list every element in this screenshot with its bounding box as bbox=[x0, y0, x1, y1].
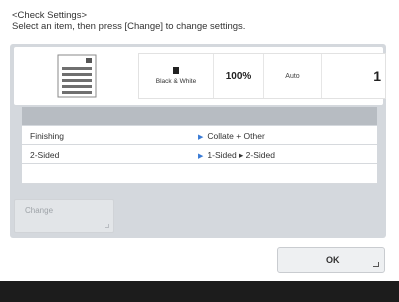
list-item-finishing[interactable]: Finishing ▶ Collate + Other bbox=[22, 126, 377, 145]
list-item-name: Finishing bbox=[30, 131, 65, 141]
list-item-name: 2-Sided bbox=[30, 150, 60, 160]
change-button-label: Change bbox=[25, 206, 54, 215]
settings-list: Finishing ▶ Collate + Other 2-Sided ▶ 1-Si… bbox=[22, 126, 377, 184]
footer-bar bbox=[0, 281, 399, 302]
copier-machine-icon bbox=[54, 53, 100, 99]
copy-count: 1 bbox=[321, 54, 387, 98]
list-item-2-sided[interactable]: 2-Sided ▶ 1-Sided ▸ 2-Sided bbox=[22, 145, 377, 164]
page-title: <Check Settings> bbox=[12, 10, 87, 21]
ok-button-label: OK bbox=[326, 255, 340, 265]
ok-button[interactable]: OK bbox=[277, 247, 385, 273]
black-white-swatch-icon bbox=[173, 67, 179, 74]
settings-summary: Black & White 100% Auto 1 bbox=[14, 47, 386, 105]
corner-mark-icon bbox=[105, 224, 109, 228]
color-mode-label: Black & White bbox=[155, 78, 197, 85]
list-item-empty bbox=[22, 164, 377, 184]
triangle-right-icon: ▶ bbox=[198, 153, 204, 160]
triangle-right-icon: ▶ bbox=[198, 134, 204, 141]
paper-select: Auto bbox=[263, 54, 321, 98]
status-strip: Black & White 100% Auto 1 bbox=[138, 53, 386, 99]
copy-ratio: 100% bbox=[213, 54, 263, 98]
list-item-value: 1-Sided ▸ 2-Sided bbox=[207, 150, 275, 160]
page-instruction: Select an item, then press [Change] to c… bbox=[12, 21, 246, 32]
page-header: <Check Settings> Select an item, then pr… bbox=[12, 10, 245, 32]
list-header-bar bbox=[22, 107, 377, 125]
list-item-value: Collate + Other bbox=[207, 131, 265, 141]
change-button[interactable]: Change bbox=[14, 199, 114, 233]
color-mode-cell: Black & White bbox=[139, 54, 213, 98]
corner-mark-icon bbox=[373, 262, 379, 267]
